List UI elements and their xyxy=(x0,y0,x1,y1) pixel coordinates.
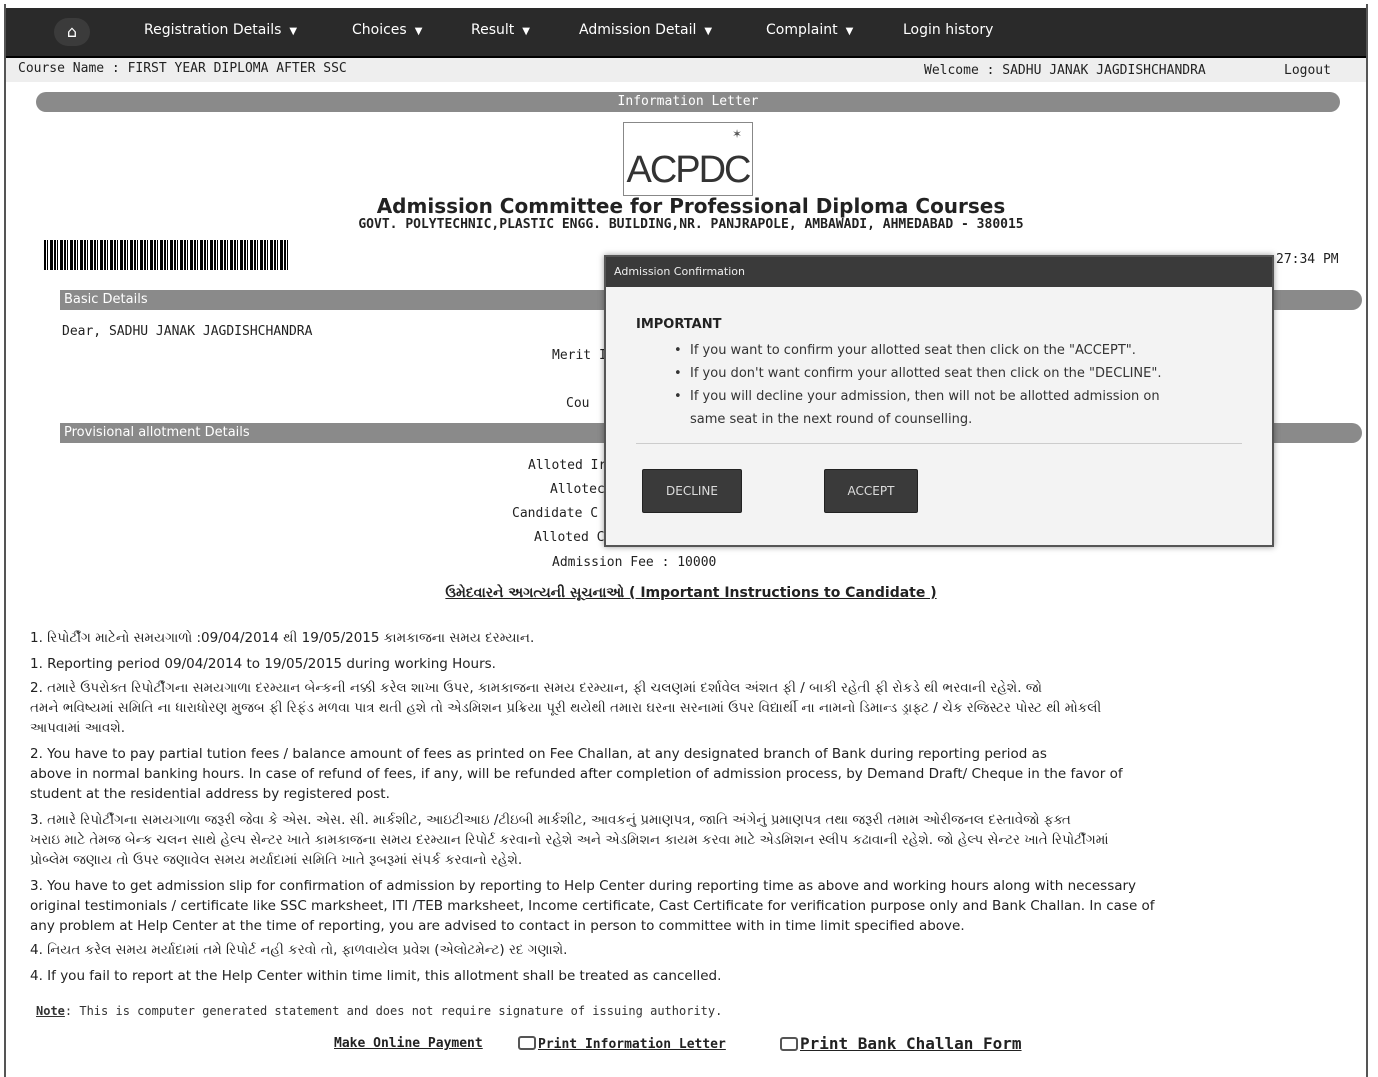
chevron-down-icon: ▼ xyxy=(414,26,423,37)
instruction-line: 1. રિપોર્ટીંગ માટેનો સમયગાળો :09/04/2014… xyxy=(30,630,535,646)
alloted-branch-label: Allotec xyxy=(550,482,605,497)
instruction-line: 3. તમારે રિપોર્ટીંગના સમયગાળા જરૂરી જેવા… xyxy=(30,812,1071,828)
modal-point: If you will decline your admission, then… xyxy=(674,385,1161,408)
note-label: Note xyxy=(36,1004,65,1018)
nav-registration-details[interactable]: Registration Details ▼ xyxy=(144,22,297,38)
instruction-line: 2. તમારે ઉપરોક્ત રિપોર્ટીંગના સમયગાળા દર… xyxy=(30,680,1042,696)
nav-choices[interactable]: Choices ▼ xyxy=(352,22,422,38)
modal-point: If you want to confirm your allotted sea… xyxy=(674,339,1161,362)
note-text: : This is computer generated statement a… xyxy=(64,1004,723,1018)
modal-divider xyxy=(636,443,1242,444)
instruction-line: તમને ભવિષ્યમાં સમિતિ ના ધારાધોરણ મુજબ ફી… xyxy=(30,700,1102,716)
nav-admission-detail[interactable]: Admission Detail ▼ xyxy=(579,22,712,38)
instruction-line: student at the residential address by re… xyxy=(30,786,390,802)
course-name: Course Name : FIRST YEAR DIPLOMA AFTER S… xyxy=(18,61,347,76)
barcode xyxy=(44,240,290,270)
decline-button[interactable]: DECLINE xyxy=(642,469,742,513)
nav-complaint[interactable]: Complaint ▼ xyxy=(766,22,853,38)
page-frame: ⌂ Registration Details ▼ Choices ▼ Result ▼… xyxy=(4,4,1368,1077)
print-bank-challan-link[interactable]: Print Bank Challan Form xyxy=(780,1034,1022,1053)
admission-confirmation-modal: Admission Confirmation IMPORTANT If you … xyxy=(604,255,1274,547)
alloted-institute-label: Alloted Ir xyxy=(528,458,607,473)
modal-title: Admission Confirmation xyxy=(606,257,1272,287)
instruction-line: 3. You have to get admission slip for co… xyxy=(30,878,1137,894)
top-navbar: ⌂ Registration Details ▼ Choices ▼ Result ▼… xyxy=(6,8,1366,58)
candidate-category-label: Candidate C xyxy=(512,506,599,521)
chevron-down-icon: ▼ xyxy=(704,26,713,37)
modal-important-label: IMPORTANT xyxy=(636,317,722,332)
admission-fee: Admission Fee : 10000 xyxy=(552,555,717,570)
course-bar: Course Name : FIRST YEAR DIPLOMA AFTER S… xyxy=(6,58,1366,82)
logo-text: ACPDC xyxy=(626,149,751,191)
modal-instructions: If you want to confirm your allotted sea… xyxy=(674,339,1161,431)
alloted-category-label: Alloted C xyxy=(534,530,605,545)
instruction-line: આપવામાં આવશે. xyxy=(30,720,126,736)
instruction-line: above in normal banking hours. In case o… xyxy=(30,766,1123,782)
info-letter-bar: Information Letter xyxy=(36,92,1340,112)
welcome-text: Welcome : SADHU JANAK JAGDISHCHANDRA xyxy=(924,63,1206,78)
instruction-line: પ્રોબ્લેમ જણાય તો ઉપર જણાવેલ સમય મર્યાદા… xyxy=(30,852,523,868)
timestamp: 27:34 PM xyxy=(1276,252,1339,267)
nav-result[interactable]: Result ▼ xyxy=(471,22,530,38)
nav-login-history[interactable]: Login history xyxy=(903,22,993,38)
instruction-line: original testimonials / certificate like… xyxy=(30,898,1155,914)
modal-point: If you don't want confirm your allotted … xyxy=(674,362,1161,385)
merit-label: Merit I xyxy=(552,348,607,363)
star-icon: ✶ xyxy=(731,127,742,141)
org-address: GOVT. POLYTECHNIC,PLASTIC ENGG. BUILDING… xyxy=(358,217,1024,232)
make-online-payment-link[interactable]: Make Online Payment xyxy=(334,1036,483,1051)
accept-button[interactable]: ACCEPT xyxy=(824,469,918,513)
instructions-heading: ઉમેદવારને અગત્યની સૂચનાઓ ( Important Ins… xyxy=(445,585,937,601)
chevron-down-icon: ▼ xyxy=(522,26,530,37)
home-icon[interactable]: ⌂ xyxy=(54,18,90,46)
printer-icon xyxy=(780,1037,798,1051)
acpdc-logo: ✶ ACPDC xyxy=(623,122,753,196)
course-label: Cou xyxy=(566,396,590,411)
printer-icon xyxy=(518,1036,536,1050)
note: Note: This is computer generated stateme… xyxy=(36,1004,722,1018)
dear-candidate: Dear, SADHU JANAK JAGDISHCHANDRA xyxy=(62,324,313,339)
org-title: Admission Committee for Professional Dip… xyxy=(376,194,1006,218)
instruction-line: 4. નિયત કરેલ સમય મર્યાદામાં તમે રિપોર્ટ … xyxy=(30,942,568,958)
chevron-down-icon: ▼ xyxy=(289,26,298,37)
print-information-letter-link[interactable]: Print Information Letter xyxy=(518,1036,726,1052)
instruction-line: any problem at Help Center at the time o… xyxy=(30,918,965,934)
instruction-line: 2. You have to pay partial tution fees /… xyxy=(30,746,1047,762)
instruction-line: ખરાઇ માટે તેમજ બેન્ક ચલન સાથે હેલ્પ સેન્… xyxy=(30,832,1109,848)
instruction-line: 1. Reporting period 09/04/2014 to 19/05/… xyxy=(30,656,496,672)
modal-point: same seat in the next round of counselli… xyxy=(690,412,973,427)
instruction-line: 4. If you fail to report at the Help Cen… xyxy=(30,968,722,984)
logout-link[interactable]: Logout xyxy=(1284,63,1331,78)
chevron-down-icon: ▼ xyxy=(845,26,854,37)
